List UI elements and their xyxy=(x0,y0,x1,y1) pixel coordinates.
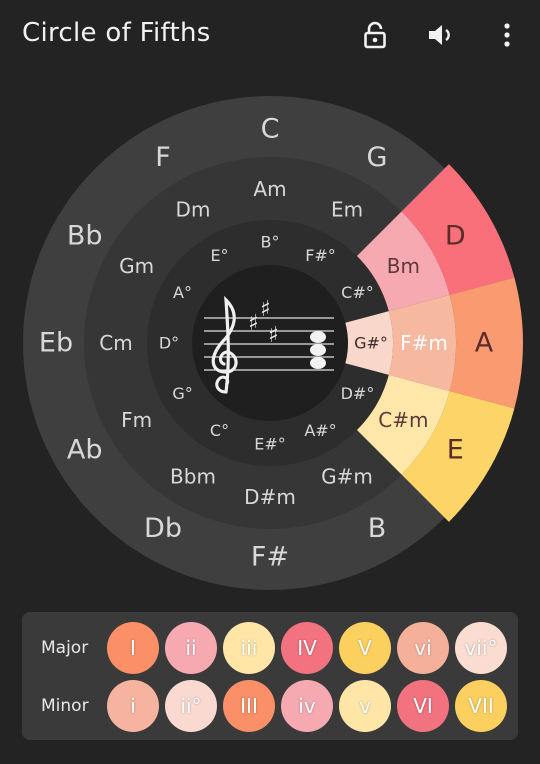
dim-chord-E°[interactable]: E° xyxy=(210,246,228,265)
chord-notes xyxy=(310,331,326,369)
minor-key-C#m[interactable]: C#m xyxy=(378,408,428,432)
dim-chord-D#°[interactable]: D#° xyxy=(341,384,375,403)
dim-chord-A#°[interactable]: A#° xyxy=(304,421,336,440)
major-key-Ab[interactable]: Ab xyxy=(67,435,103,466)
degree-chip-i[interactable]: i xyxy=(107,680,159,732)
minor-key-D#m[interactable]: D#m xyxy=(244,485,296,509)
degree-chip-I[interactable]: I xyxy=(107,622,159,674)
dim-chord-C#°[interactable]: C#° xyxy=(341,283,374,302)
degree-chip-V[interactable]: V xyxy=(339,622,391,674)
dim-chord-D°[interactable]: D° xyxy=(159,334,179,353)
minor-key-F#m[interactable]: F#m xyxy=(400,331,448,355)
dim-chord-A°[interactable]: A° xyxy=(173,283,192,302)
degree-chip-IV[interactable]: IV xyxy=(281,622,333,674)
degree-chip-ii°[interactable]: ii° xyxy=(165,680,217,732)
minor-key-G#m[interactable]: G#m xyxy=(321,464,373,488)
major-key-C[interactable]: C xyxy=(261,114,280,145)
minor-key-Dm[interactable]: Dm xyxy=(176,198,211,222)
degree-chip-v[interactable]: v xyxy=(339,680,391,732)
degree-chip-iii[interactable]: iii xyxy=(223,622,275,674)
degree-chip-vi[interactable]: vi xyxy=(397,622,449,674)
dim-chord-E#°[interactable]: E#° xyxy=(254,435,286,454)
major-key-Db[interactable]: Db xyxy=(144,513,182,544)
dim-chord-B°[interactable]: B° xyxy=(261,233,280,252)
dim-chord-G°[interactable]: G° xyxy=(172,384,192,403)
major-key-B[interactable]: B xyxy=(368,513,387,544)
degree-chip-vii°[interactable]: vii° xyxy=(455,622,507,674)
degree-chip-VII[interactable]: VII xyxy=(455,680,507,732)
major-key-F[interactable]: F xyxy=(155,142,171,173)
degree-chip-III[interactable]: III xyxy=(223,680,275,732)
minor-key-Cm[interactable]: Cm xyxy=(99,331,132,355)
minor-key-Bbm[interactable]: Bbm xyxy=(170,464,216,488)
dim-chord-G#°[interactable]: G#° xyxy=(354,334,388,353)
major-key-G[interactable]: G xyxy=(367,142,388,173)
sharp-icon: ♯ xyxy=(248,311,259,336)
major-row-label: Major xyxy=(41,638,89,658)
minor-key-Fm[interactable]: Fm xyxy=(121,408,152,432)
minor-key-Em[interactable]: Em xyxy=(331,198,363,222)
dim-chord-C°[interactable]: C° xyxy=(210,421,229,440)
major-key-D[interactable]: D xyxy=(445,221,466,252)
minor-key-Bm[interactable]: Bm xyxy=(387,254,420,278)
minor-key-Gm[interactable]: Gm xyxy=(119,254,154,278)
major-key-A[interactable]: A xyxy=(475,328,494,359)
scale-degree-panel: Major Minor Iii iii IV Vvi vii° i ii° III iv v VI… xyxy=(22,612,518,740)
sharp-icon: ♯ xyxy=(260,297,271,322)
sharp-icon: ♯ xyxy=(268,323,279,348)
minor-key-Am[interactable]: Am xyxy=(253,177,286,201)
circle-of-fifths-wheel[interactable]: C G D A E B F# Db Ab Eb Bb F Am Em Bm F#m C#m G#m D#m Bbm Fm… xyxy=(0,0,540,600)
major-key-E[interactable]: E xyxy=(447,435,464,466)
dim-chord-F#°[interactable]: F#° xyxy=(305,246,336,265)
minor-row-label: Minor xyxy=(41,696,89,716)
degree-chip-ii[interactable]: ii xyxy=(165,622,217,674)
major-key-Bb[interactable]: Bb xyxy=(67,221,103,252)
major-key-F#[interactable]: F# xyxy=(251,542,289,573)
major-key-Eb[interactable]: Eb xyxy=(39,328,73,359)
degree-chip-iv[interactable]: iv xyxy=(281,680,333,732)
degree-chip-VI[interactable]: VI xyxy=(397,680,449,732)
